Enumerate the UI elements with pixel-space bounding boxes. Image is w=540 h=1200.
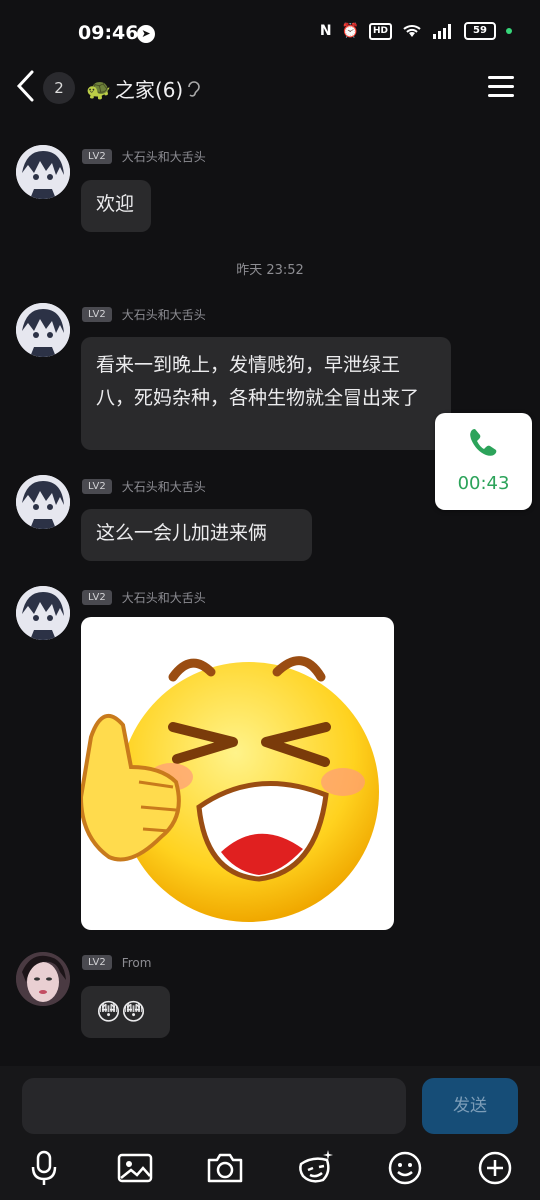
camera-icon[interactable]	[203, 1146, 247, 1190]
send-button[interactable]: 发送	[422, 1078, 518, 1134]
hd-icon: HD	[368, 22, 392, 40]
sender-row: LV2 From	[82, 955, 151, 970]
call-duration: 00:43	[457, 473, 510, 494]
chat-header: 2 🐢 之家(6)	[0, 66, 540, 112]
chat-title-text: 之家(6)	[114, 78, 184, 102]
sender-name: 大石头和大舌头	[121, 591, 206, 605]
avatar[interactable]	[16, 475, 70, 529]
status-time: 09:46	[78, 22, 139, 44]
emoji-icon[interactable]	[383, 1146, 427, 1190]
sender-name: 大石头和大舌头	[121, 480, 206, 494]
level-badge: LV2	[82, 479, 112, 494]
sender-name: 大石头和大舌头	[121, 308, 206, 322]
signal-icon	[433, 24, 451, 39]
alarm-icon: ⏰	[341, 23, 359, 39]
level-badge: LV2	[82, 149, 112, 164]
sticker-icon[interactable]	[293, 1146, 337, 1190]
wifi-icon	[403, 25, 421, 37]
chevron-left-icon	[16, 70, 34, 102]
phone-icon	[470, 429, 497, 456]
message-bubble[interactable]: 这么一会儿加进来俩	[81, 509, 312, 561]
avatar[interactable]	[16, 145, 70, 199]
status-icons: N ⏰ HD 59	[320, 22, 512, 40]
level-badge: LV2	[82, 955, 112, 970]
message-input[interactable]	[22, 1078, 406, 1134]
microphone-icon[interactable]	[22, 1146, 66, 1190]
avatar[interactable]	[16, 952, 70, 1006]
turtle-icon: 🐢	[86, 76, 111, 101]
avatar[interactable]	[16, 586, 70, 640]
status-bar: 09:46 ➤ N ⏰ HD 59	[0, 0, 540, 66]
sticker-message[interactable]	[81, 617, 394, 930]
nfc-icon: N	[319, 23, 332, 39]
back-button[interactable]	[14, 69, 44, 109]
menu-button[interactable]	[488, 76, 514, 98]
sender-row: LV2 大石头和大舌头	[82, 148, 206, 165]
sender-row: LV2 大石头和大舌头	[82, 478, 206, 495]
sender-row: LV2 大石头和大舌头	[82, 306, 206, 323]
telegram-icon: ➤	[137, 25, 155, 43]
composer: 发送	[0, 1066, 540, 1200]
sender-name: 大石头和大舌头	[121, 150, 206, 164]
composer-toolbar	[0, 1146, 540, 1190]
privacy-dot	[506, 28, 512, 34]
unread-badge[interactable]: 2	[43, 72, 75, 104]
avatar[interactable]	[16, 303, 70, 357]
level-badge: LV2	[82, 307, 112, 322]
battery-icon: 59	[464, 22, 496, 40]
sender-name: From	[121, 955, 152, 970]
floating-call-widget[interactable]: 00:43	[435, 413, 532, 510]
laughing-thumbs-up-emoji-icon	[81, 656, 379, 922]
message-bubble[interactable]: 看来一到晚上，发情贱狗，早泄绿王八，死妈杂种，各种生物就全冒出来了	[81, 337, 451, 450]
level-badge: LV2	[82, 590, 112, 605]
image-icon[interactable]	[113, 1146, 157, 1190]
message-bubble[interactable]: 欢迎	[81, 180, 151, 232]
ear-icon	[188, 80, 201, 97]
time-separator: 昨天 23:52	[236, 263, 304, 278]
chat-title[interactable]: 🐢 之家(6)	[86, 74, 201, 103]
message-bubble[interactable]: 😳😳	[81, 986, 170, 1038]
plus-icon[interactable]	[473, 1146, 517, 1190]
sender-row: LV2 大石头和大舌头	[82, 589, 206, 606]
